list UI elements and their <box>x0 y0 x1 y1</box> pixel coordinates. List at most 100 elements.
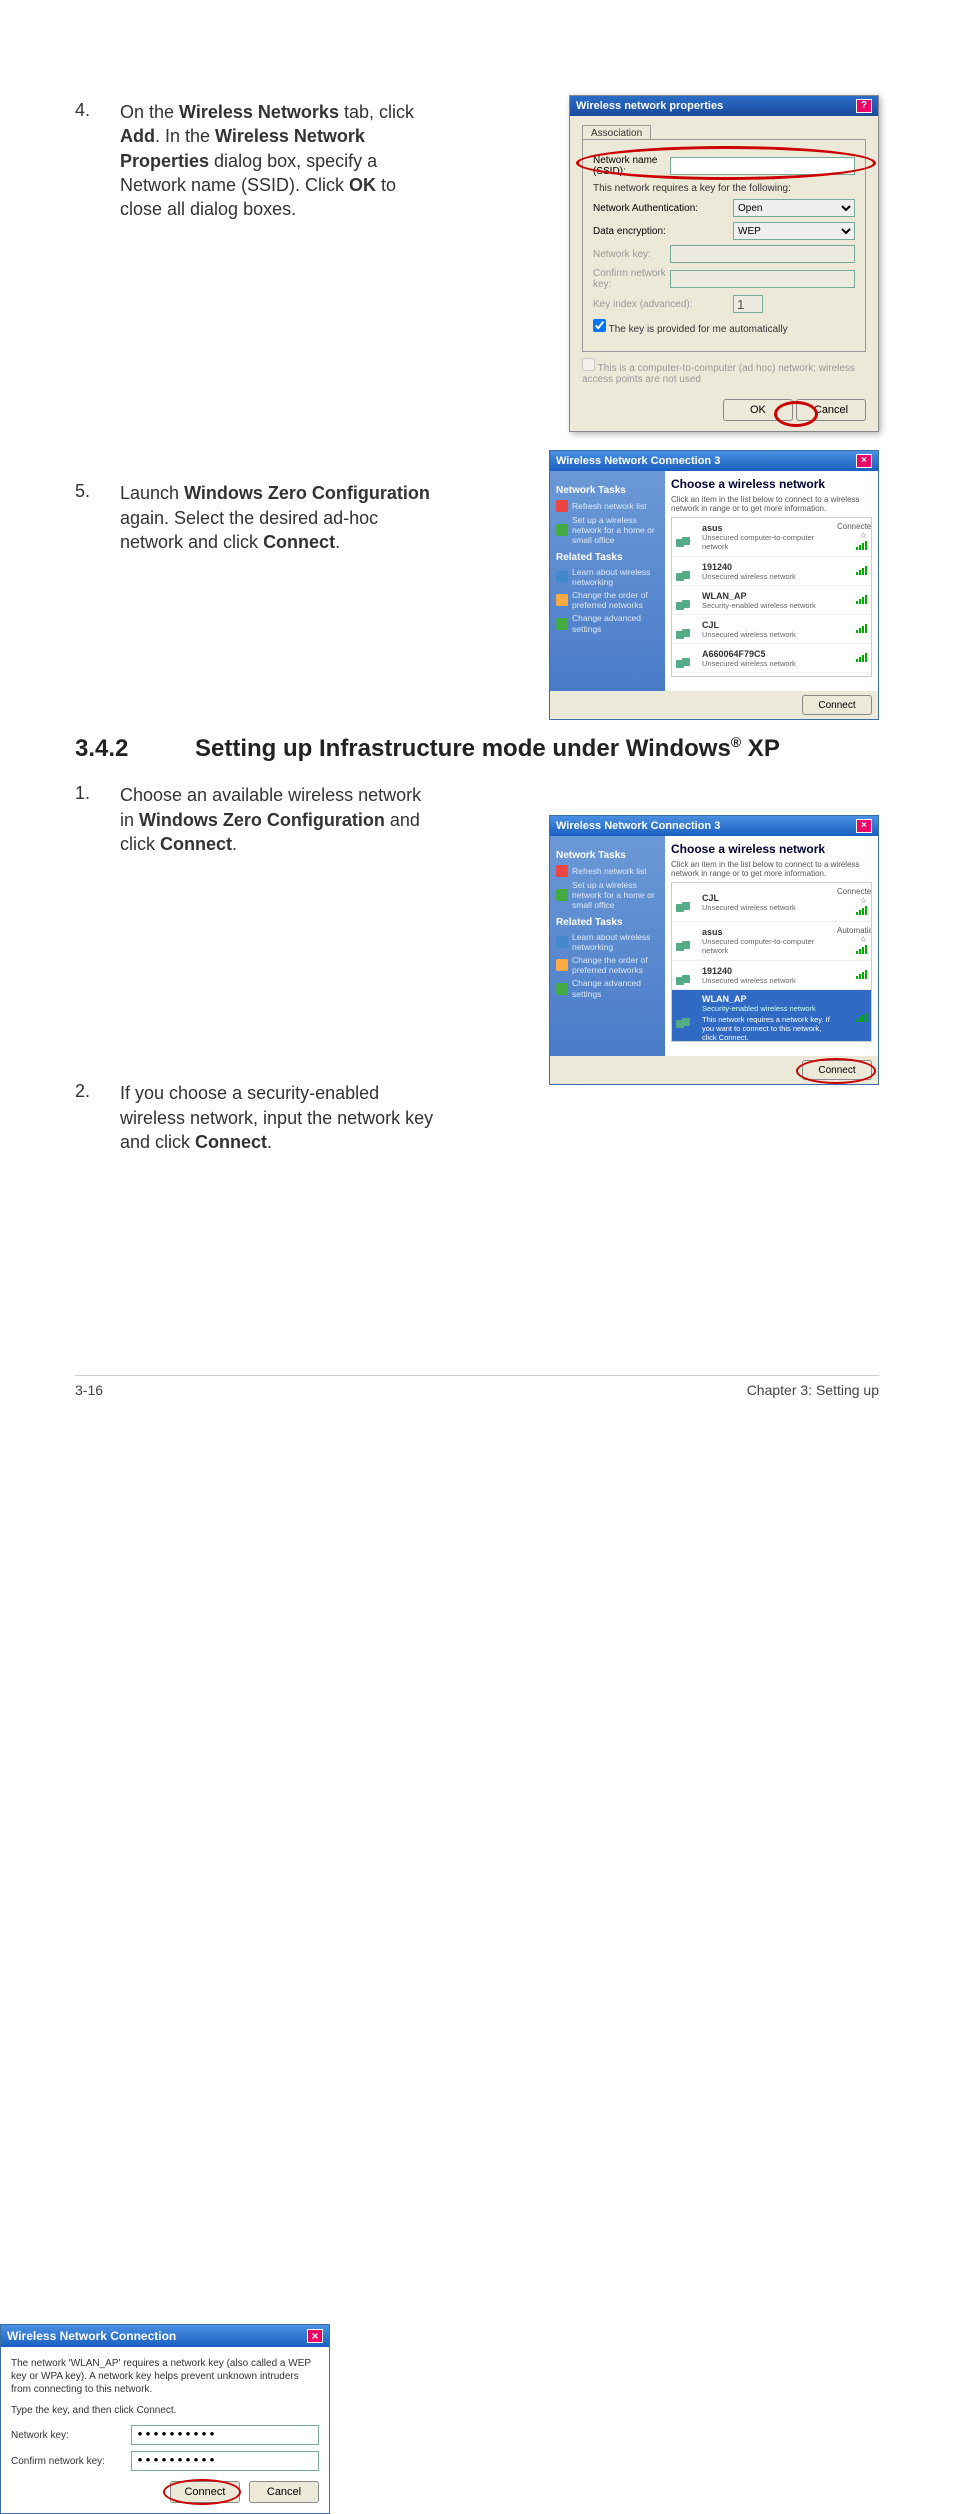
wzc-sidebar: Network Tasks Refresh network list Set u… <box>550 471 665 691</box>
chapter-label: Chapter 3: Setting up <box>747 1382 879 1398</box>
ok-button[interactable]: OK <box>723 399 793 421</box>
network-icon <box>676 892 696 912</box>
confirm-key-label: Confirm network key: <box>11 2456 131 2467</box>
section-3.4.2-title: 3.4.2 Setting up Infrastructure mode und… <box>75 734 879 763</box>
network-key-dialog: Wireless Network Connection × The networ… <box>0 2324 330 2514</box>
auto-key-check[interactable]: The key is provided for me automatically <box>593 319 855 335</box>
network-item[interactable]: WLAN_APSecurity-enabled wireless network <box>672 586 871 615</box>
network-key-input[interactable] <box>131 2425 319 2445</box>
keydlg-titlebar: Wireless Network Connection × <box>1 2325 329 2347</box>
sidebar-refresh[interactable]: Refresh network list <box>556 865 659 877</box>
close-icon[interactable]: × <box>856 819 872 833</box>
step1-text: Choose an available wireless network in … <box>120 783 440 856</box>
ssid-input[interactable] <box>670 157 855 175</box>
sidebar-refresh[interactable]: Refresh network list <box>556 500 659 512</box>
sidebar-advanced[interactable]: Change advanced settings <box>556 978 659 998</box>
confirm-input <box>670 270 855 288</box>
sidebar-heading: Network Tasks <box>556 850 659 861</box>
network-item[interactable]: 191240Unsecured wireless network <box>672 557 871 586</box>
key-label: Network key: <box>593 249 670 260</box>
close-icon[interactable]: × <box>307 2329 323 2343</box>
close-icon[interactable]: ? <box>856 99 872 113</box>
sidebar-learn[interactable]: Learn about wireless networking <box>556 567 659 587</box>
confirm-label: Confirm network key: <box>593 268 670 290</box>
connect-button[interactable]: Connect <box>802 1060 872 1080</box>
enc-label: Data encryption: <box>593 226 733 237</box>
network-item[interactable]: asusUnsecured computer-to-computer netwo… <box>672 922 871 961</box>
gear-icon <box>556 983 568 995</box>
network-item[interactable]: WLAN_APSecurity-enabled wireless network… <box>672 990 871 1042</box>
sidebar-learn[interactable]: Learn about wireless networking <box>556 932 659 952</box>
index-input <box>733 295 763 313</box>
wzc-title: Wireless Network Connection 3 <box>556 820 720 832</box>
dialog-title: Wireless network properties <box>576 100 723 112</box>
wzc-hint: Click an item in the list below to conne… <box>671 495 872 513</box>
keydlg-instruction: Type the key, and then click Connect. <box>11 2404 319 2417</box>
page-number: 3-16 <box>75 1382 103 1398</box>
network-icon <box>676 561 696 581</box>
step4-text: On the Wireless Networks tab, click Add.… <box>120 100 440 221</box>
sidebar-setup[interactable]: Set up a wireless network for a home or … <box>556 880 659 911</box>
network-item[interactable]: CJLUnsecured wireless networkConnected ☆ <box>672 883 871 922</box>
wzc-titlebar: Wireless Network Connection 3 × <box>550 451 878 471</box>
wireless-properties-dialog: Wireless network properties ? Associatio… <box>569 95 879 432</box>
network-icon <box>676 590 696 610</box>
network-icon <box>676 648 696 668</box>
confirm-key-input[interactable] <box>131 2451 319 2471</box>
auto-key-checkbox[interactable] <box>593 319 606 332</box>
wzc-heading: Choose a wireless network <box>671 477 872 491</box>
page-footer: 3-16 Chapter 3: Setting up <box>75 1375 879 1398</box>
network-item[interactable]: CJLUnsecured wireless network <box>672 615 871 644</box>
cancel-button[interactable]: Cancel <box>249 2481 319 2503</box>
wzc-titlebar: Wireless Network Connection 3 × <box>550 816 878 836</box>
wzc-hint: Click an item in the list below to conne… <box>671 860 872 878</box>
sidebar-order[interactable]: Change the order of preferred networks <box>556 955 659 975</box>
sidebar-advanced[interactable]: Change advanced settings <box>556 613 659 633</box>
network-icon <box>676 965 696 985</box>
gear-icon <box>556 618 568 630</box>
network-item[interactable]: asusUnsecured computer-to-computer netwo… <box>672 518 871 557</box>
antenna-icon <box>556 889 568 901</box>
index-label: Key index (advanced): <box>593 299 733 310</box>
dialog-titlebar: Wireless network properties ? <box>570 96 878 116</box>
key-req-text: This network requires a key for the foll… <box>593 183 855 194</box>
auth-label: Network Authentication: <box>593 203 733 214</box>
network-icon <box>676 619 696 639</box>
info-icon <box>556 936 568 948</box>
network-key-label: Network key: <box>11 2430 131 2441</box>
step1-num: 1. <box>75 783 120 804</box>
info-icon <box>556 571 568 583</box>
auth-select[interactable]: Open <box>733 199 855 217</box>
cancel-button[interactable]: Cancel <box>796 399 866 421</box>
wzc-sidebar: Network Tasks Refresh network list Set u… <box>550 836 665 1056</box>
wzc-title: Wireless Network Connection 3 <box>556 455 720 467</box>
keydlg-title: Wireless Network Connection <box>7 2329 176 2343</box>
close-icon[interactable]: × <box>856 454 872 468</box>
key-input <box>670 245 855 263</box>
step2-num: 2. <box>75 1081 120 1102</box>
refresh-icon <box>556 865 568 877</box>
network-list[interactable]: asusUnsecured computer-to-computer netwo… <box>671 517 872 677</box>
keydlg-desc: The network 'WLAN_AP' requires a network… <box>11 2357 319 2396</box>
ssid-label: Network name (SSID): <box>593 155 670 177</box>
connect-button[interactable]: Connect <box>170 2481 240 2503</box>
sidebar-heading: Related Tasks <box>556 552 659 563</box>
network-icon <box>676 1008 696 1028</box>
wzc-heading: Choose a wireless network <box>671 842 872 856</box>
network-item[interactable]: A660064F79C5Unsecured wireless network <box>672 644 871 673</box>
star-icon <box>556 959 568 971</box>
sidebar-setup[interactable]: Set up a wireless network for a home or … <box>556 515 659 546</box>
network-list[interactable]: CJLUnsecured wireless networkConnected ☆… <box>671 882 872 1042</box>
sidebar-order[interactable]: Change the order of preferred networks <box>556 590 659 610</box>
refresh-icon <box>556 500 568 512</box>
connect-button[interactable]: Connect <box>802 695 872 715</box>
adhoc-check: This is a computer-to-computer (ad hoc) … <box>582 358 866 385</box>
wzc-window-2: Wireless Network Connection 3 × Network … <box>549 815 879 1085</box>
network-icon <box>676 527 696 547</box>
wzc-window-1: Wireless Network Connection 3 × Network … <box>549 450 879 720</box>
network-item[interactable]: 191240Unsecured wireless network <box>672 961 871 990</box>
enc-select[interactable]: WEP <box>733 222 855 240</box>
star-icon <box>556 594 568 606</box>
step5-text: Launch Windows Zero Configuration again.… <box>120 481 440 554</box>
step2-text: If you choose a security-enabled wireles… <box>120 1081 440 1154</box>
